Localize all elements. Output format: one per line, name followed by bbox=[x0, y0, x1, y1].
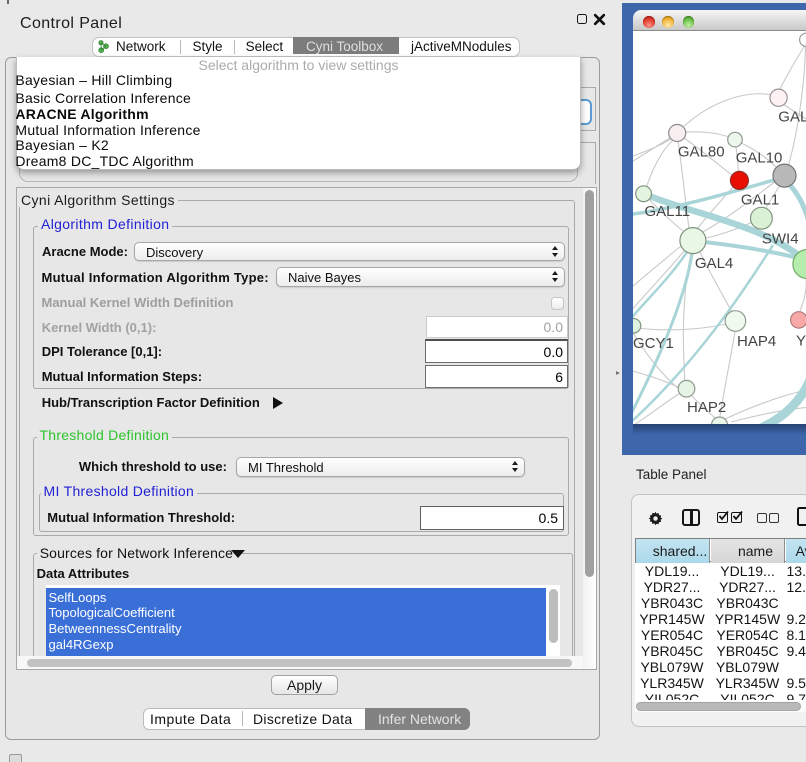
svg-text:SWI4: SWI4 bbox=[762, 230, 799, 247]
svg-text:GAL80: GAL80 bbox=[678, 143, 725, 160]
svg-text:GAL4: GAL4 bbox=[695, 255, 733, 272]
svg-text:GAL10: GAL10 bbox=[736, 149, 783, 166]
svg-text:Y: Y bbox=[796, 332, 806, 349]
svg-text:GAL2: GAL2 bbox=[778, 108, 806, 125]
svg-text:HAP4: HAP4 bbox=[737, 333, 776, 350]
svg-text:GCY1: GCY1 bbox=[633, 335, 674, 352]
svg-text:HAP2: HAP2 bbox=[687, 399, 726, 416]
svg-text:GAL1: GAL1 bbox=[741, 191, 779, 208]
svg-text:GAL11: GAL11 bbox=[645, 203, 691, 220]
